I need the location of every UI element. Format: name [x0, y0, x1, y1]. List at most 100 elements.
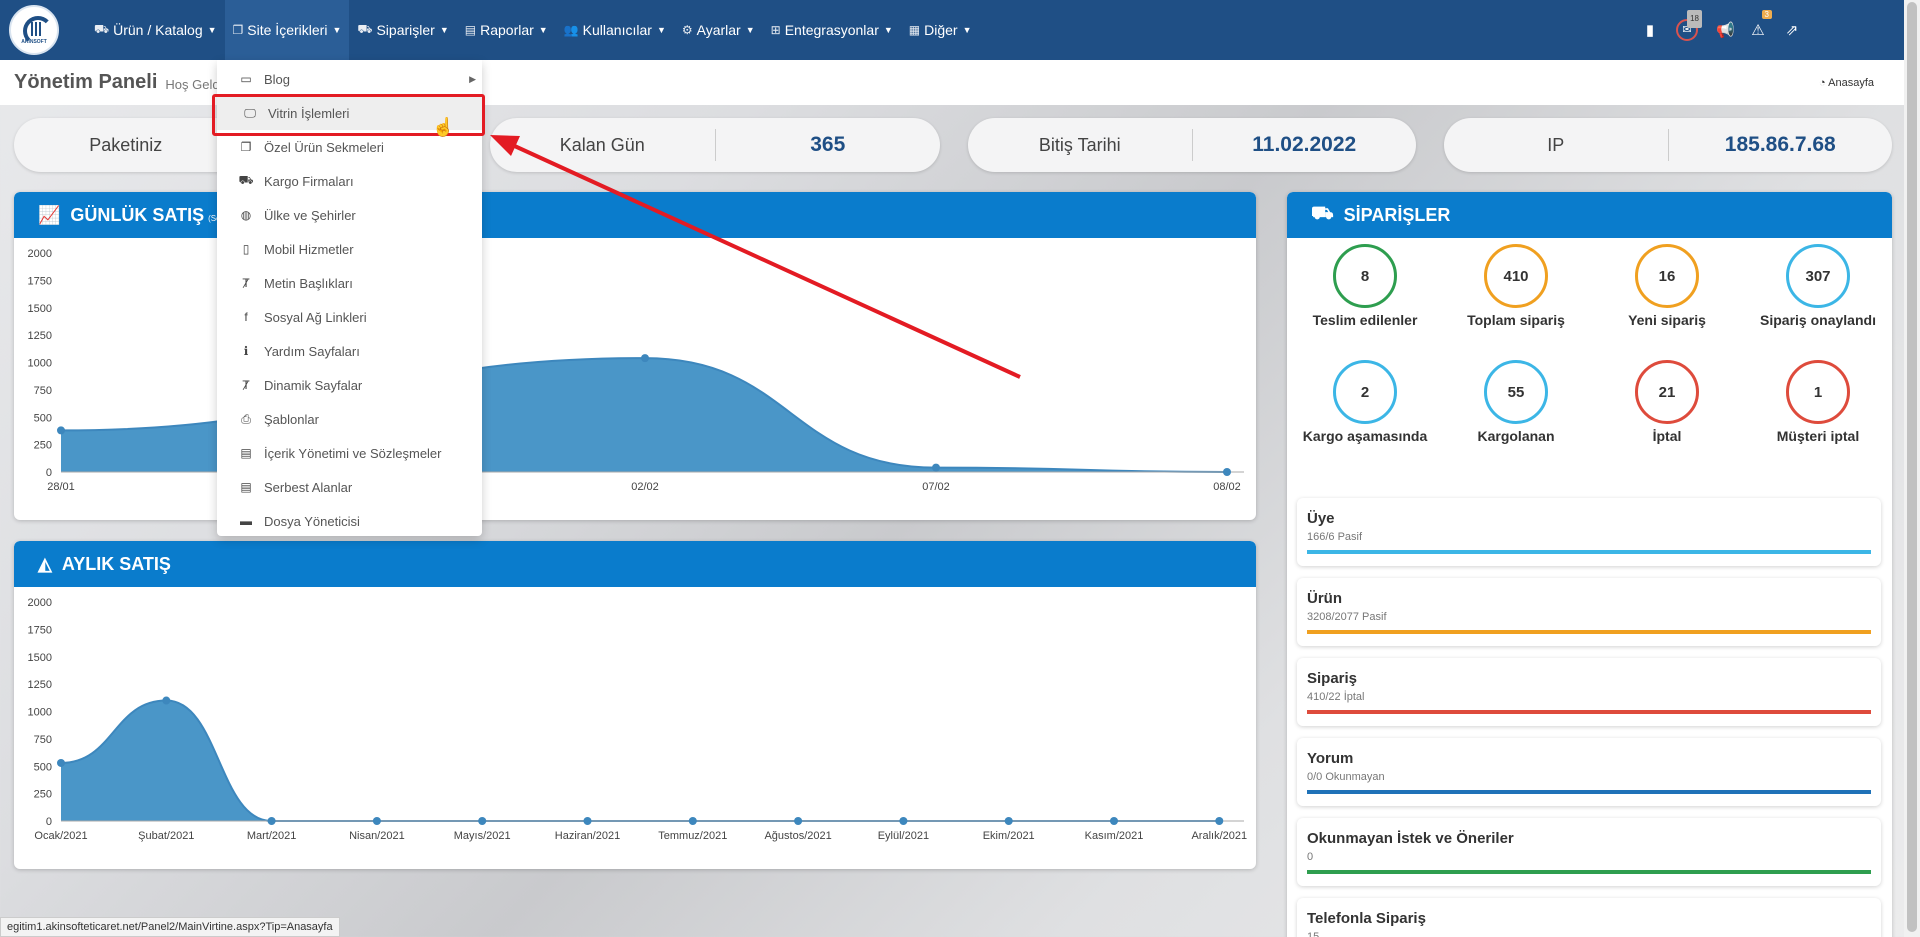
- nav-menu-file[interactable]: ▤ Raporlar ▼: [457, 0, 556, 60]
- data-point: [267, 817, 276, 825]
- dropdown-item-7[interactable]: f Sosyal Ağ Linkleri: [217, 300, 482, 334]
- stat-title: Telefonla Sipariş: [1307, 910, 1426, 927]
- order-status-item[interactable]: 55 Kargolanan: [1441, 360, 1591, 444]
- end-date-pill: Bitiş Tarihi 11.02.2022: [968, 118, 1416, 172]
- dropdown-item-8[interactable]: ℹ Yardım Sayfaları: [217, 334, 482, 368]
- y-tick-label: 1500: [28, 303, 52, 315]
- nav-right-icons: ▮ ✉ 18 📢 ⚠ 3 ⇗: [1642, 0, 1800, 60]
- dropdown-item-label: Şablonlar: [264, 411, 319, 427]
- x-tick-label: Haziran/2021: [555, 830, 620, 842]
- nav-menu-gears[interactable]: ⚙ Ayarlar ▼: [674, 0, 763, 60]
- grid-icon: ▦: [908, 23, 921, 37]
- stat-subtitle: 0: [1307, 851, 1314, 863]
- data-point: [1004, 817, 1013, 825]
- dropdown-item-11[interactable]: ▤ İçerik Yönetimi ve Sözleşmeler: [217, 436, 482, 470]
- dropdown-item-13[interactable]: ▬ Dosya Yöneticisi: [217, 504, 482, 538]
- text-icon: Ⱦ: [242, 276, 250, 290]
- order-status-count: 2: [1333, 360, 1397, 424]
- line-chart-icon: 📈: [38, 204, 61, 225]
- stat-subtitle: 166/6 Pasif: [1307, 531, 1363, 543]
- print-icon: ⎙: [241, 411, 251, 426]
- nav-menu-cubes[interactable]: ⛟ Ürün / Katalog ▼: [86, 0, 225, 60]
- dropdown-item-9[interactable]: Ⱦ Dinamik Sayfalar: [217, 368, 482, 402]
- order-status-label: Kargolanan: [1477, 428, 1555, 444]
- order-status-item[interactable]: 21 İptal: [1592, 360, 1742, 444]
- stat-card[interactable]: Üye 166/6 Pasif: [1297, 498, 1881, 566]
- nav-menu-truck[interactable]: ⛟ Siparişler ▼: [349, 0, 456, 60]
- truck-icon: ⛟: [1311, 203, 1334, 223]
- dropdown-item-4[interactable]: ◍ Ülke ve Şehirler: [217, 198, 482, 232]
- scrollbar-thumb[interactable]: [1907, 2, 1917, 932]
- stat-card[interactable]: Ürün 3208/2077 Pasif: [1297, 578, 1881, 646]
- daily-sales-chart: 0 250 500 750 1000 1250 1500 1750 2000 28/01 02/02…: [28, 248, 1244, 493]
- stat-bar: [1307, 790, 1871, 794]
- dropdown-item-0[interactable]: ▭ Blog ▶: [217, 62, 482, 96]
- ip-value: 185.86.7.68: [1724, 133, 1836, 156]
- page-title: Yönetim Paneli: [14, 71, 158, 93]
- sitemap-icon: ⊞: [770, 23, 781, 37]
- order-status-item[interactable]: 1 Müşteri iptal: [1743, 360, 1892, 444]
- y-tick-label: 1000: [28, 707, 52, 719]
- data-point: [57, 758, 65, 767]
- nav-menu-sitemap[interactable]: ⊞ Entegrasyonlar ▼: [763, 0, 901, 60]
- dropdown-item-10[interactable]: ⎙ Şablonlar: [217, 402, 482, 436]
- x-tick-label: Eylül/2021: [878, 830, 929, 842]
- megaphone-icon[interactable]: 📢: [1716, 21, 1735, 39]
- page-scrollbar[interactable]: [1904, 0, 1920, 937]
- nav-menu-grid[interactable]: ▦ Diğer ▼: [901, 0, 980, 60]
- orders-header: ⛟ SİPARİŞLER: [1287, 192, 1892, 238]
- logo-mark-icon: [19, 15, 53, 46]
- remaining-days-label: Kalan Gün: [559, 134, 645, 155]
- status-bar-url: egitim1.akinsofteticaret.net/Panel2/Main…: [0, 917, 340, 937]
- dropdown-item-6[interactable]: Ⱦ Metin Başlıkları: [217, 266, 482, 300]
- text-icon: Ⱦ: [242, 378, 250, 392]
- breadcrumb-home[interactable]: ◔ Anasayfa: [1819, 77, 1874, 89]
- data-point: [1223, 468, 1231, 476]
- main-menu: ⛟ Ürün / Katalog ▼ ❐ Site İçerikleri ▼ ⛟ Sipari…: [86, 0, 980, 60]
- file-icon: ▤: [240, 480, 252, 494]
- order-status-item[interactable]: 16 Yeni sipariş: [1592, 244, 1742, 328]
- stat-card[interactable]: Sipariş 410/22 İptal: [1297, 658, 1881, 726]
- nav-menu-label: Raporlar: [480, 22, 534, 38]
- nav-menu-users[interactable]: 👥 Kullanıcılar ▼: [556, 0, 674, 60]
- data-point: [57, 426, 65, 435]
- caret-down-icon: ▼: [962, 25, 972, 35]
- monthly-sales-header: ◭ AYLIK SATIŞ: [14, 541, 1256, 587]
- y-tick-label: 0: [46, 816, 52, 828]
- brand-logo[interactable]: AKINSOFT: [9, 5, 59, 55]
- nav-menu-label: Kullanıcılar: [582, 22, 652, 38]
- dropdown-item-12[interactable]: ▤ Serbest Alanlar: [217, 470, 482, 504]
- stat-card[interactable]: Yorum 0/0 Okunmayan: [1297, 738, 1881, 806]
- truck-icon: ⛟: [357, 22, 373, 36]
- stat-subtitle: 3208/2077 Pasif: [1307, 611, 1387, 623]
- dropdown-item-label: Dosya Yöneticisi: [264, 513, 360, 529]
- data-point: [794, 817, 803, 825]
- x-tick-label: Ekim/2021: [983, 830, 1035, 842]
- dropdown-item-label: Özel Ürün Sekmeleri: [264, 139, 384, 155]
- book-icon[interactable]: ▮: [1642, 21, 1658, 39]
- dropdown-item-3[interactable]: ⛟ Kargo Firmaları: [217, 164, 482, 198]
- order-status-item[interactable]: 2 Kargo aşamasında: [1290, 360, 1440, 444]
- nav-menu-label: Site İçerikleri: [247, 22, 328, 38]
- series-area: [61, 700, 1220, 821]
- dropdown-item-5[interactable]: ▯ Mobil Hizmetler: [217, 232, 482, 266]
- caret-down-icon: ▼: [439, 25, 449, 35]
- order-status-count: 8: [1333, 244, 1397, 308]
- inbox-icon[interactable]: ✉ 18: [1676, 10, 1702, 41]
- stat-card[interactable]: Telefonla Sipariş 15: [1297, 898, 1881, 937]
- stat-card[interactable]: Okunmayan İstek ve Öneriler 0: [1297, 818, 1881, 886]
- mobile-icon: ▯: [242, 242, 250, 256]
- order-status-label: Sipariş onaylandı: [1760, 312, 1876, 328]
- copy-icon: ❐: [232, 23, 244, 37]
- y-tick-label: 500: [34, 412, 52, 424]
- order-status-count: 410: [1484, 244, 1548, 308]
- order-status-item[interactable]: 8 Teslim edilenler: [1290, 244, 1440, 328]
- warning-icon[interactable]: ⚠ 3: [1750, 10, 1772, 39]
- nav-menu-copy[interactable]: ❐ Site İçerikleri ▼: [224, 0, 350, 60]
- external-link-icon[interactable]: ⇗: [1784, 21, 1800, 39]
- order-status-item[interactable]: 307 Sipariş onaylandı: [1743, 244, 1892, 328]
- order-status-item[interactable]: 410 Toplam sipariş: [1441, 244, 1591, 328]
- stat-title: Üye: [1307, 510, 1335, 527]
- data-point: [932, 463, 940, 472]
- order-status-label: Müşteri iptal: [1776, 428, 1860, 444]
